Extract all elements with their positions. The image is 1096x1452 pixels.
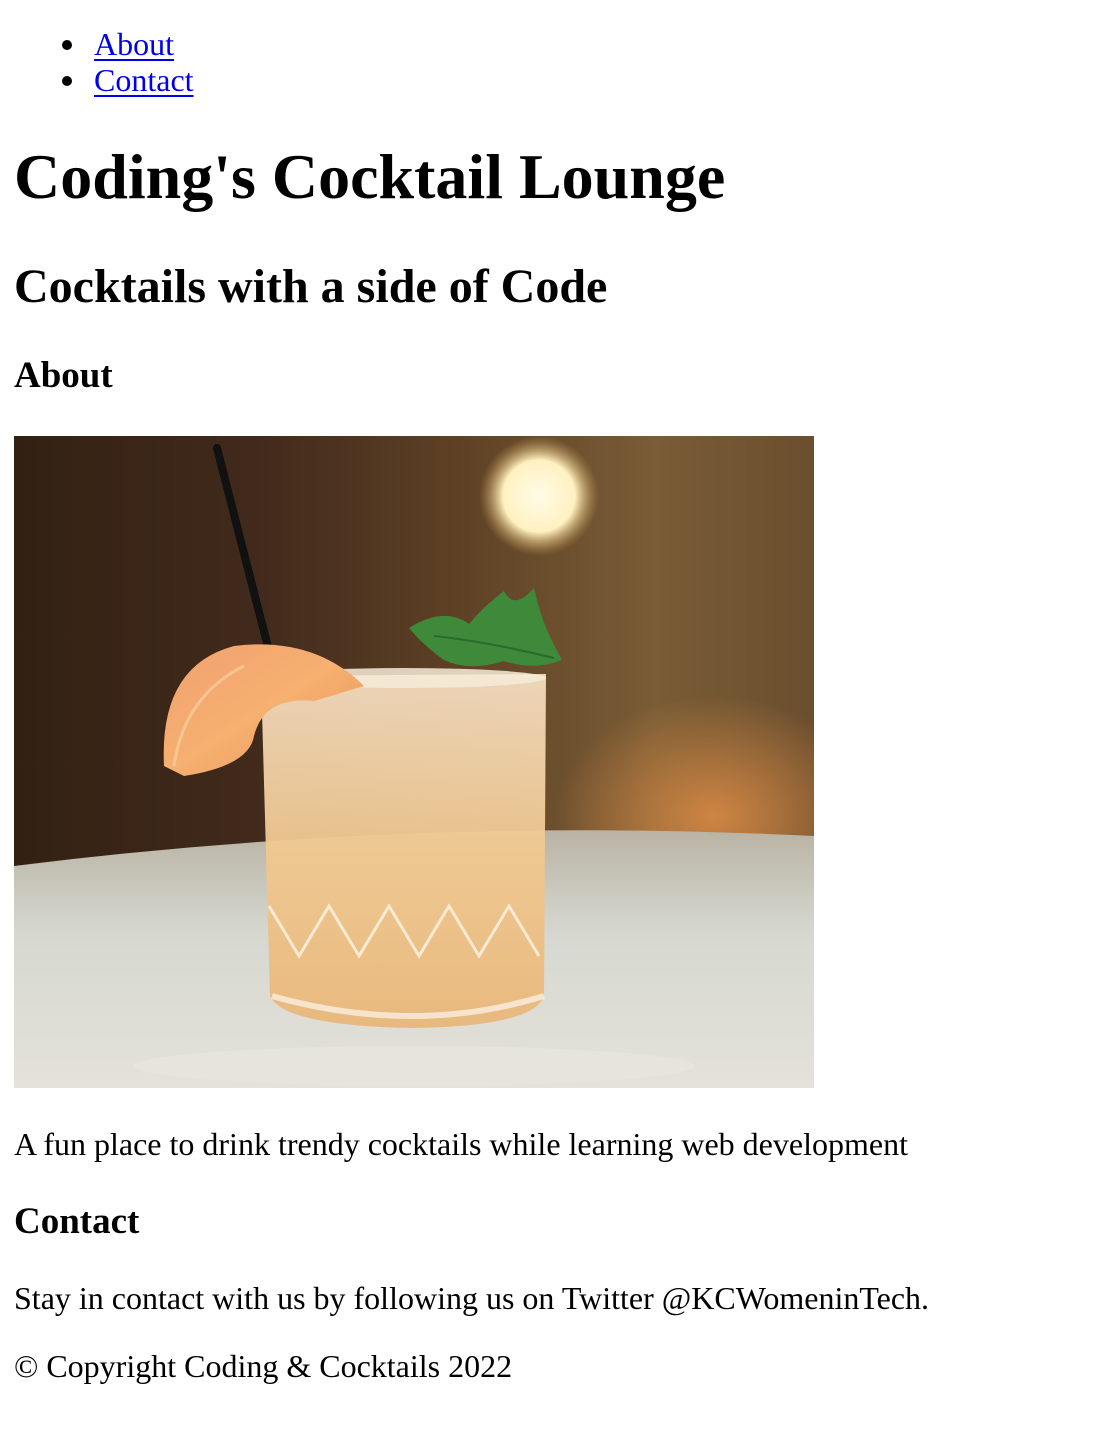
bullet-icon [62, 40, 72, 50]
about-heading: About [14, 355, 113, 396]
contact-heading: Contact [14, 1201, 140, 1242]
page-title: Coding's Cocktail Lounge [14, 141, 726, 212]
nav-item-about: About [14, 26, 194, 62]
footer-copyright: © Copyright Coding & Cocktails 2022 [14, 1348, 513, 1384]
cocktail-image [14, 436, 814, 1088]
nav-link-about[interactable]: About [94, 26, 174, 62]
contact-text: Stay in contact with us by following us … [14, 1280, 930, 1316]
bullet-icon [62, 76, 72, 86]
nav-link-contact[interactable]: Contact [94, 62, 194, 98]
nav-list: About Contact [14, 26, 194, 98]
nav-item-contact: Contact [14, 62, 194, 98]
about-text: A fun place to drink trendy cocktails wh… [14, 1126, 908, 1162]
page-subtitle: Cocktails with a side of Code [14, 260, 608, 313]
